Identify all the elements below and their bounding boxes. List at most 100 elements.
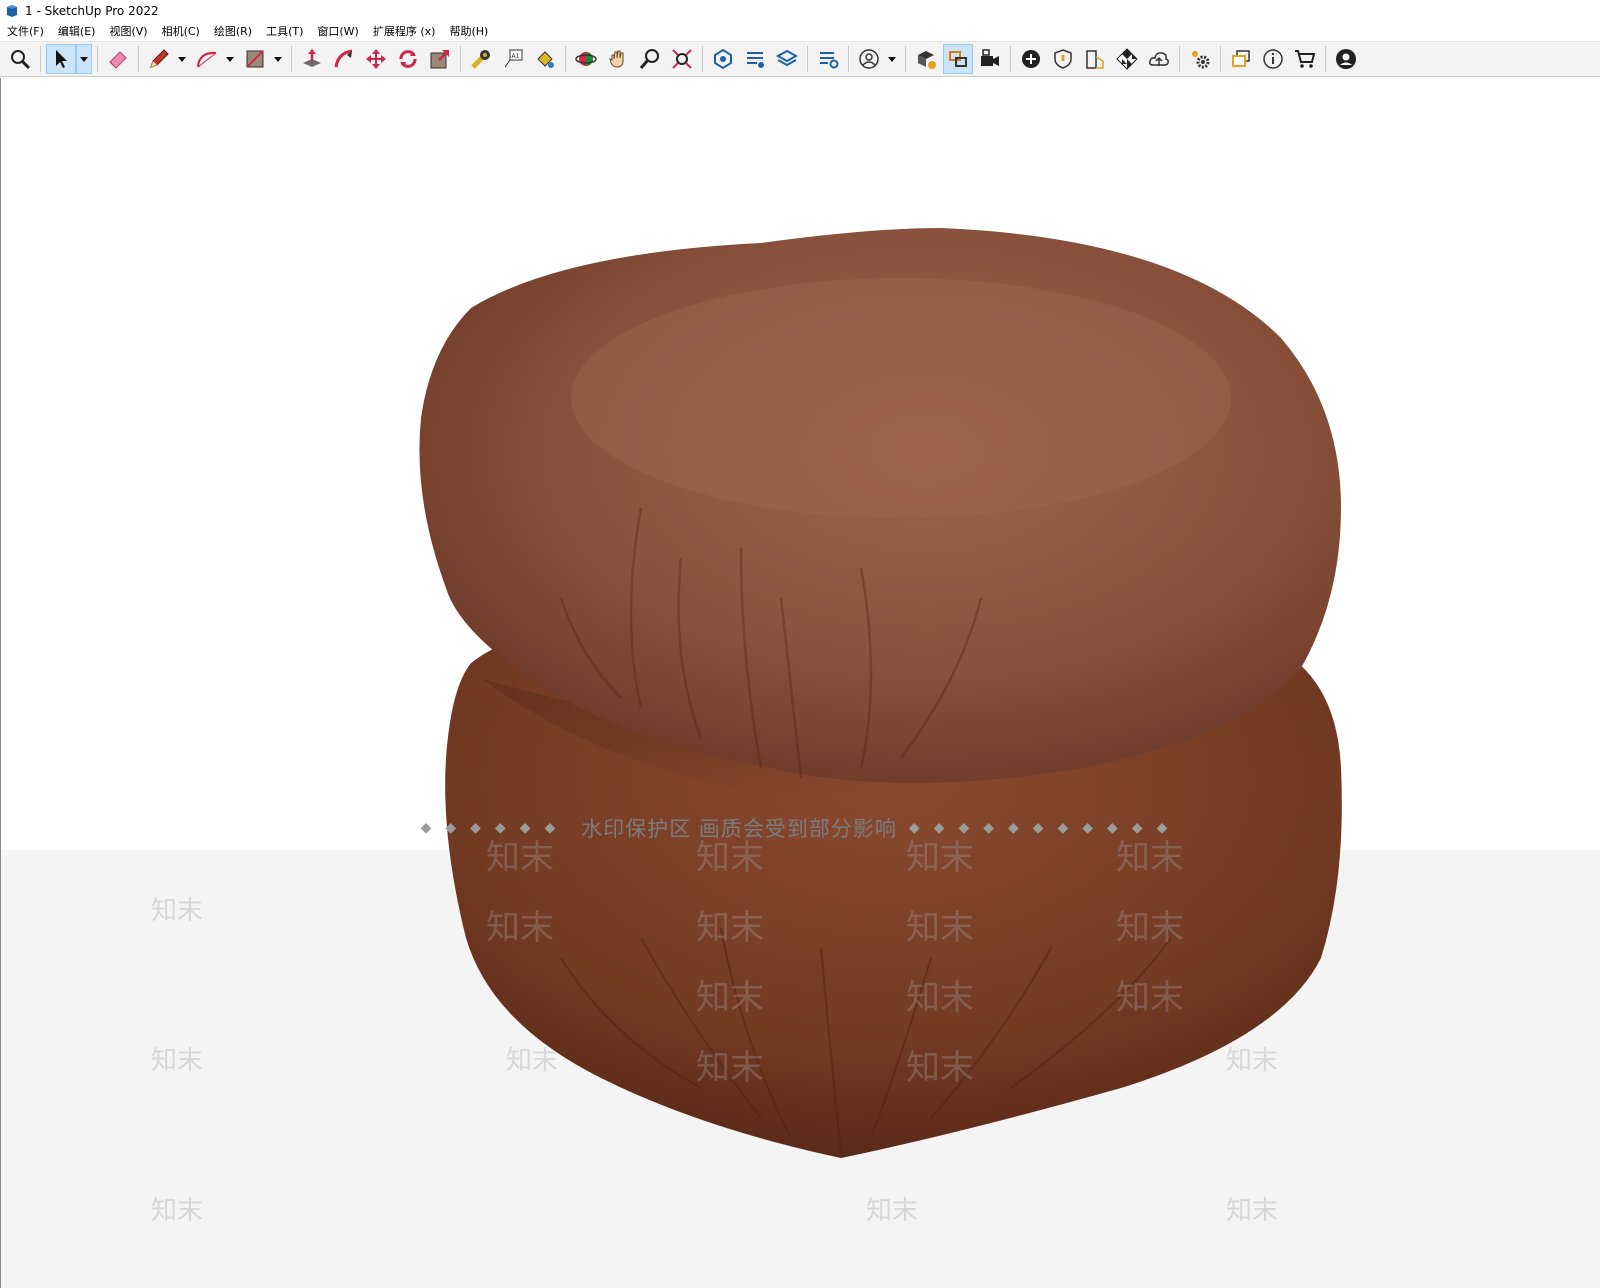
watermark-brand: 知末 — [906, 838, 974, 878]
warehouse-icon — [714, 48, 732, 70]
follow-me-tool-button[interactable] — [329, 44, 359, 74]
model-info-icon — [918, 51, 936, 69]
line-tool-button[interactable] — [144, 44, 174, 74]
menu-camera[interactable]: 相机(C) — [155, 23, 207, 39]
building-icon — [1086, 50, 1104, 69]
scale-tool-button[interactable] — [425, 44, 455, 74]
shape-tool-button[interactable] — [240, 44, 270, 74]
follow-me-icon — [334, 49, 353, 68]
extension-warehouse-button[interactable] — [740, 44, 770, 74]
layout-button[interactable] — [772, 44, 802, 74]
menu-bar: 文件(F) 编辑(E) 视图(V) 相机(C) 绘图(R) 工具(T) 窗口(W… — [0, 21, 1600, 41]
eraser-icon — [109, 51, 127, 69]
styles-button[interactable] — [1112, 44, 1142, 74]
zoom-extents-button[interactable] — [667, 44, 697, 74]
eraser-tool-button[interactable] — [103, 44, 133, 74]
zoom-tool-button[interactable] — [635, 44, 665, 74]
select-tool-dropdown[interactable] — [76, 44, 92, 74]
menu-edit[interactable]: 编辑(E) — [51, 23, 103, 39]
watermark-brand: 知末 — [1116, 838, 1184, 878]
watermark-brand: 知末 — [506, 1046, 559, 1076]
scenes-button[interactable] — [975, 44, 1005, 74]
title-bar: 1 - SketchUp Pro 2022 — [0, 0, 1600, 21]
menu-help[interactable]: 帮助(H) — [442, 23, 495, 39]
tape-measure-tool-button[interactable] — [466, 44, 496, 74]
watermark-brand: 知末 — [866, 1196, 919, 1226]
paint-bucket-tool-button[interactable] — [530, 44, 560, 74]
menu-draw[interactable]: 绘图(R) — [207, 23, 259, 39]
menu-tools[interactable]: 工具(T) — [259, 23, 310, 39]
watermark-brand: 知末 — [151, 1196, 204, 1226]
model-viewport[interactable]: ◆◆◆◆◆◆ 水印保护区 画质会受到部分影响 ◆◆◆◆◆◆◆◆◆◆◆ 知末 知末… — [0, 78, 1600, 1288]
move-tool-button[interactable] — [361, 44, 391, 74]
orbit-tool-button[interactable] — [571, 44, 601, 74]
watermark-brand: 知末 — [696, 838, 764, 878]
arc-icon — [197, 51, 217, 68]
rotate-icon — [399, 50, 417, 68]
large-toolset: A1 — [0, 41, 1600, 77]
caret-down-icon — [226, 57, 234, 62]
watermark-brand: 知末 — [486, 908, 554, 948]
menu-view[interactable]: 视图(V) — [102, 23, 154, 39]
line-tool-dropdown[interactable] — [174, 44, 190, 74]
sketchup-app-icon — [5, 4, 19, 18]
add-button[interactable] — [1016, 44, 1046, 74]
info-button[interactable] — [1258, 44, 1288, 74]
caret-down-icon — [178, 57, 186, 62]
watermark-brand: 知末 — [151, 896, 204, 926]
arc-tool-button[interactable] — [192, 44, 222, 74]
text-tool-button[interactable]: A1 — [498, 44, 528, 74]
layers-stack-icon — [775, 49, 799, 67]
account-avatar-icon — [1336, 49, 1356, 69]
watermark-brand: 知末 — [906, 978, 974, 1018]
shape-tool-dropdown[interactable] — [270, 44, 286, 74]
watermark-brand: 知末 — [1116, 978, 1184, 1018]
cloud-button[interactable] — [1144, 44, 1174, 74]
push-pull-icon — [303, 49, 321, 67]
watermark-brand: 知末 — [906, 908, 974, 948]
model-info-button[interactable] — [911, 44, 941, 74]
windows-stack-icon — [1232, 50, 1250, 67]
store-button[interactable] — [1290, 44, 1320, 74]
window-title: 1 - SketchUp Pro 2022 — [25, 3, 159, 18]
profile-dropdown[interactable] — [884, 44, 900, 74]
info-icon — [1263, 49, 1283, 69]
plus-circle-icon — [1022, 50, 1040, 68]
separator — [702, 46, 703, 72]
menu-window[interactable]: 窗口(W) — [310, 23, 365, 39]
settings-button[interactable] — [1185, 44, 1215, 74]
pan-tool-button[interactable] — [603, 44, 633, 74]
account-button[interactable] — [1331, 44, 1361, 74]
watermark-brand: 知末 — [696, 1048, 764, 1088]
watermark-brand: 知末 — [696, 908, 764, 948]
separator — [40, 46, 41, 72]
push-pull-tool-button[interactable] — [297, 44, 327, 74]
profile-button[interactable] — [854, 44, 884, 74]
zoom-magnifier-icon — [639, 49, 659, 69]
cart-icon — [1295, 50, 1316, 68]
arc-tool-dropdown[interactable] — [222, 44, 238, 74]
separator — [1179, 46, 1180, 72]
menu-extensions[interactable]: 扩展程序 (x) — [366, 23, 443, 39]
watermark-brand: 知末 — [1116, 908, 1184, 948]
checker-icon — [1116, 48, 1138, 70]
materials-button[interactable] — [1080, 44, 1110, 74]
shield-button[interactable] — [1048, 44, 1078, 74]
extension-manager-button[interactable] — [813, 44, 843, 74]
separator — [565, 46, 566, 72]
watermark-notice-band: ◆◆◆◆◆◆ 水印保护区 画质会受到部分影响 ◆◆◆◆◆◆◆◆◆◆◆ — [1, 814, 1600, 842]
top-highlight — [571, 278, 1231, 518]
rotate-tool-button[interactable] — [393, 44, 423, 74]
menu-file[interactable]: 文件(F) — [0, 23, 51, 39]
select-tool-button[interactable] — [46, 44, 76, 74]
separator — [291, 46, 292, 72]
cloud-upload-icon — [1149, 52, 1169, 66]
3d-warehouse-button[interactable] — [708, 44, 738, 74]
rectangle-icon — [246, 50, 264, 68]
separator — [807, 46, 808, 72]
zoom-button[interactable] — [5, 44, 35, 74]
window-button[interactable] — [1226, 44, 1256, 74]
arrow-cursor-icon — [56, 50, 67, 68]
outliner-button[interactable] — [943, 44, 973, 74]
watermark-brand: 知末 — [151, 1046, 204, 1076]
